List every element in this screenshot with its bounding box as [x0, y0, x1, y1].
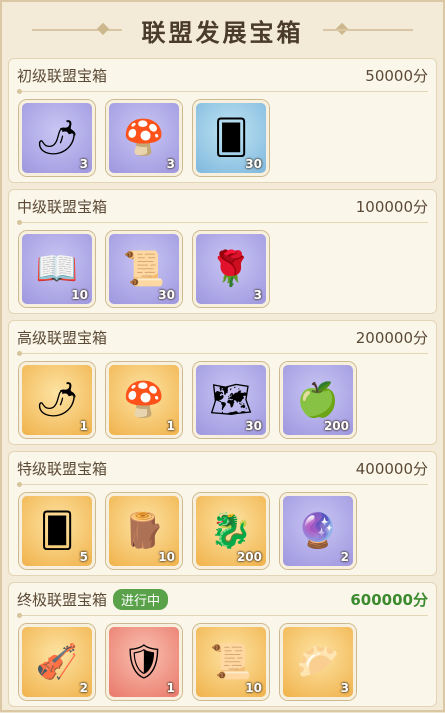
chest-section-header: 高级联盟宝箱 200000分	[17, 327, 428, 347]
item-count: 3	[340, 681, 349, 695]
panel-header: ◆ 联盟发展宝箱 ◆	[2, 2, 443, 58]
reward-item[interactable]: 📖 10	[19, 231, 95, 307]
page-title: 联盟发展宝箱	[141, 17, 304, 47]
reward-item[interactable]: 📜 30	[106, 231, 182, 307]
ornament-icon: ◆	[96, 18, 110, 37]
reward-item[interactable]: 🪵 10	[106, 493, 182, 569]
item-count: 10	[71, 288, 88, 302]
chest-name: 高级联盟宝箱	[17, 328, 108, 347]
chest-section-header: 中级联盟宝箱 100000分	[17, 196, 428, 216]
item-count: 10	[158, 550, 175, 564]
item-count: 30	[245, 419, 262, 433]
item-count: 200	[236, 550, 262, 564]
chest-list: 初级联盟宝箱 50000分 🌶 3 🍄 3 🂠 30 中级联盟宝箱 100000分 📖 10 📜 30 🌹 3…	[8, 58, 437, 713]
item-count: 2	[79, 681, 88, 695]
chest-section-header: 特级联盟宝箱 400000分	[17, 458, 428, 478]
chest-name-group: 中级联盟宝箱	[17, 196, 107, 217]
reward-item[interactable]: 🐉 200	[193, 493, 269, 569]
chest-section-header: 终极联盟宝箱 进行中 600000分	[17, 588, 428, 610]
reward-item[interactable]: 🔮 2	[280, 493, 356, 569]
reward-item[interactable]: 🎻 2	[19, 624, 95, 700]
item-count: 3	[166, 157, 175, 171]
chest-section: 高级联盟宝箱 200000分 🌶 1 🍄 1 🗺 30 🍏 200	[8, 320, 437, 445]
section-divider	[17, 89, 428, 94]
section-divider	[17, 220, 428, 225]
chest-name: 特级联盟宝箱	[17, 459, 108, 478]
reward-item[interactable]: 🌶 1	[19, 362, 95, 438]
reward-item[interactable]: 🛡 1	[106, 624, 182, 700]
header-divider-right	[323, 29, 413, 31]
chest-section: 特级联盟宝箱 400000分 🂠 5 🪵 10 🐉 200 🔮 2	[8, 451, 437, 576]
reward-item-list: 📖 10 📜 30 🌹 3	[17, 231, 428, 307]
section-divider	[17, 482, 428, 487]
chest-name-group: 特级联盟宝箱	[17, 458, 107, 479]
section-divider	[17, 613, 428, 618]
chest-score: 100000分	[355, 197, 428, 216]
section-divider	[17, 351, 428, 356]
chest-name: 终极联盟宝箱	[17, 590, 108, 609]
item-count: 200	[323, 419, 349, 433]
item-count: 1	[79, 419, 88, 433]
chest-name: 初级联盟宝箱	[17, 66, 108, 85]
chest-name: 中级联盟宝箱	[17, 197, 108, 216]
reward-item-list: 🌶 1 🍄 1 🗺 30 🍏 200	[17, 362, 428, 438]
item-count: 5	[79, 550, 88, 564]
chest-name-group: 终极联盟宝箱 进行中	[17, 588, 169, 610]
reward-item[interactable]: 🗺 30	[193, 362, 269, 438]
chest-name-group: 初级联盟宝箱	[17, 65, 107, 86]
chest-score: 600000分	[350, 590, 428, 609]
reward-item[interactable]: 🌹 3	[193, 231, 269, 307]
item-count: 3	[79, 157, 88, 171]
reward-item[interactable]: 🍄 3	[106, 100, 182, 176]
chest-score: 200000分	[355, 328, 428, 347]
ornament-icon: ◆	[335, 18, 349, 37]
chest-name-group: 高级联盟宝箱	[17, 327, 107, 348]
reward-item[interactable]: 🌶 3	[19, 100, 95, 176]
item-count: 3	[253, 288, 262, 302]
chest-section: 终极联盟宝箱 进行中 600000分 🎻 2 🛡 1 📜 10 🥟 3	[8, 582, 437, 707]
reward-item[interactable]: 🥟 3	[280, 624, 356, 700]
reward-item-list: 🎻 2 🛡 1 📜 10 🥟 3	[17, 624, 428, 700]
reward-item[interactable]: 🂠 5	[19, 493, 95, 569]
chest-score: 50000分	[365, 66, 428, 85]
status-badge: 进行中	[113, 588, 169, 610]
reward-item[interactable]: 🍄 1	[106, 362, 182, 438]
item-count: 2	[340, 550, 349, 564]
item-count: 30	[245, 157, 262, 171]
chest-section: 初级联盟宝箱 50000分 🌶 3 🍄 3 🂠 30	[8, 58, 437, 183]
chest-section: 中级联盟宝箱 100000分 📖 10 📜 30 🌹 3	[8, 189, 437, 314]
alliance-chest-panel: ◆ 联盟发展宝箱 ◆ 初级联盟宝箱 50000分 🌶 3 🍄 3 🂠 30 中级联盟宝箱 1000…	[0, 0, 445, 712]
chest-section-header: 初级联盟宝箱 50000分	[17, 65, 428, 85]
item-count: 1	[166, 419, 175, 433]
item-count: 1	[166, 681, 175, 695]
reward-item[interactable]: 🍏 200	[280, 362, 356, 438]
chest-score: 400000分	[355, 459, 428, 478]
reward-item-list: 🂠 5 🪵 10 🐉 200 🔮 2	[17, 493, 428, 569]
reward-item[interactable]: 🂠 30	[193, 100, 269, 176]
reward-item[interactable]: 📜 10	[193, 624, 269, 700]
item-count: 10	[245, 681, 262, 695]
item-count: 30	[158, 288, 175, 302]
reward-item-list: 🌶 3 🍄 3 🂠 30	[17, 100, 428, 176]
